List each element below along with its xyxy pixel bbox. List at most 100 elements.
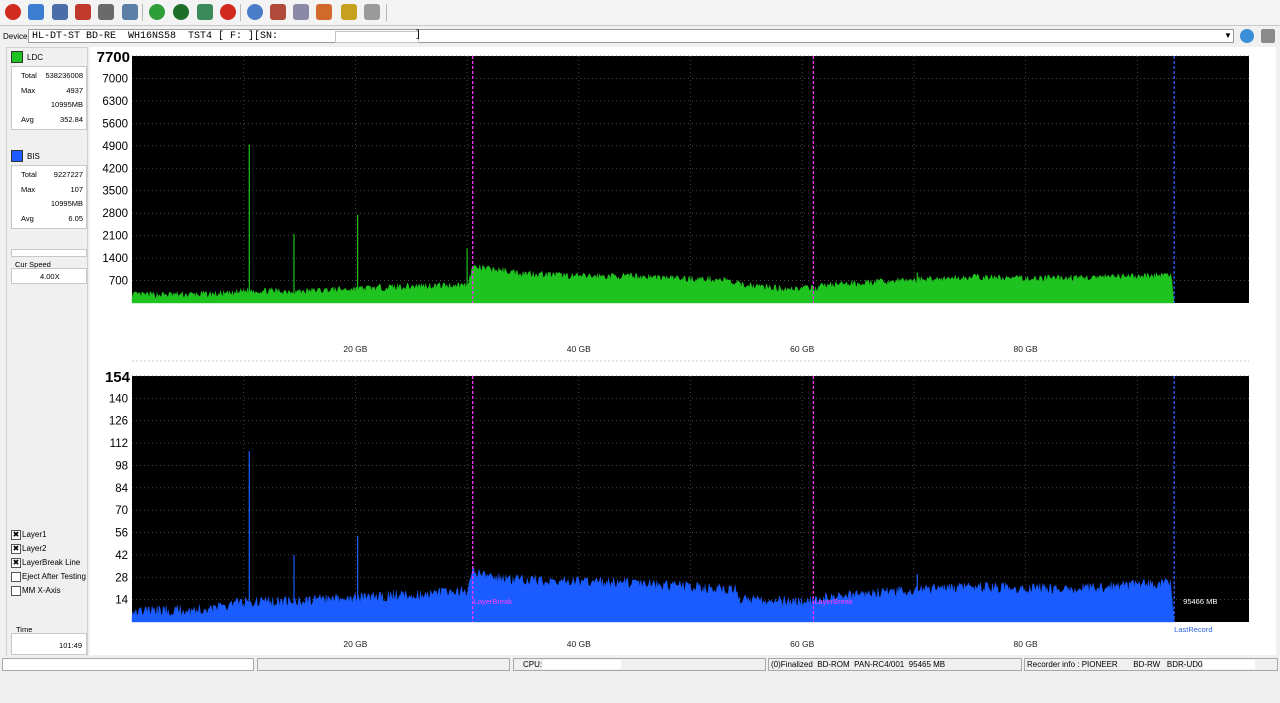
stat-key: Total (21, 71, 37, 80)
status-cell-cpu: CPU: (513, 658, 766, 671)
cur-speed-value: 4.00X (40, 272, 60, 281)
disc-info-icon[interactable] (270, 4, 286, 20)
y-tick-label: 98 (115, 460, 128, 472)
chart-area: 700 1400 2100 2800 3500 4200 4900 5600 6300 7000 7… (90, 47, 1276, 655)
y-tick-label: 126 (109, 416, 128, 428)
y-tick-label: 140 (109, 393, 128, 405)
y-tick-label: 28 (115, 572, 128, 584)
disc-info: (0)Finalized BD-ROM PAN-RC4/001 95465 MB (771, 660, 946, 669)
y-tick-label: 6300 (102, 96, 128, 108)
y-tick-label: 4200 (102, 163, 128, 175)
y-tick-label: 14 (115, 595, 128, 607)
y-tick-label: 84 (115, 483, 128, 495)
checkbox-label: MM X-Axis (22, 586, 61, 595)
erase-disc-icon[interactable] (75, 4, 91, 20)
bis-legend-label: BIS (27, 152, 40, 161)
stat-value: 4937 (66, 85, 83, 95)
stat-key: Avg (21, 213, 34, 223)
scan-icon[interactable] (316, 4, 332, 20)
cpu-meter (543, 660, 621, 669)
stop-icon[interactable] (220, 4, 236, 20)
y-tick-label: 4900 (102, 141, 128, 153)
stat-key: Max (21, 85, 36, 95)
status-cell-recorder: Recorder info : PIONEER BD-RW BDR-UD04 (1024, 658, 1278, 671)
device-label: Device: (3, 32, 30, 41)
y-tick-label: 154 (105, 369, 131, 386)
stat-row: Avg 6.05 (12, 213, 86, 225)
disc-quality-icon[interactable] (247, 4, 263, 20)
eject-icon[interactable] (364, 4, 380, 20)
status-cell-empty (257, 658, 510, 671)
last-record-label: LastRecord (1174, 625, 1212, 634)
power-icon[interactable] (5, 4, 21, 20)
stat-row: Total 538236008 (12, 70, 86, 82)
ldc-color-swatch[interactable] (11, 51, 23, 63)
chevron-down-icon[interactable]: ▼ (1222, 29, 1234, 43)
status-cell-progress (2, 658, 254, 671)
device-bar: Device: HL-DT-ST BD-RE WH16NS58 TST4 [ F… (0, 27, 1280, 46)
checkbox-mm-x-axis[interactable] (11, 586, 21, 596)
stat-row: Max 107 (12, 184, 86, 196)
ldc-legend-label: LDC (27, 53, 44, 62)
cpu-label: CPU: (523, 660, 543, 669)
checkbox-label: Layer1 (22, 530, 47, 539)
progress-box (11, 249, 87, 257)
y-tick-label: 112 (110, 438, 128, 450)
chart-icon[interactable] (341, 4, 357, 20)
stat-value: 107 (70, 184, 83, 194)
drive-info-icon[interactable] (52, 4, 68, 20)
device-bracket: ] (415, 30, 422, 41)
x-tick-label: 40 GB (567, 639, 591, 649)
x-tick-label: 60 GB (790, 344, 814, 354)
checkbox-layer2[interactable]: ✖ (11, 544, 21, 554)
time-box: 101:49 (11, 633, 87, 655)
cur-speed-box: 4.00X (11, 268, 87, 284)
stat-row: 10995MB (12, 198, 86, 210)
camera-icon[interactable] (1261, 29, 1275, 43)
wrench-icon[interactable] (28, 4, 44, 20)
recorder-meter (1203, 660, 1255, 669)
refresh-icon[interactable] (149, 4, 165, 20)
x-tick-label: 80 GB (1014, 344, 1038, 354)
x-tick-label: 20 GB (343, 639, 367, 649)
x-tick-label: 60 GB (790, 639, 814, 649)
stat-value: 352.84 (60, 114, 83, 124)
play-test-icon[interactable] (173, 4, 189, 20)
y-tick-label: 56 (115, 528, 128, 540)
toolbar-separator (240, 4, 241, 21)
time-value: 101:49 (59, 641, 82, 650)
stat-value: 10995MB (50, 199, 83, 208)
status-bar: CPU: (0)Finalized BD-ROM PAN-RC4/001 954… (0, 656, 1280, 673)
stat-row: 10995MB (12, 99, 86, 111)
toolbar-separator (386, 4, 387, 21)
y-tick-label: 7700 (97, 49, 130, 66)
refresh-device-icon[interactable] (1240, 29, 1254, 43)
disc-check-icon[interactable] (197, 4, 213, 20)
plot-background (132, 56, 1249, 303)
copy-disc-icon[interactable] (122, 4, 138, 20)
y-tick-label: 3500 (102, 186, 128, 198)
y-tick-label: 2800 (102, 208, 128, 220)
stat-row: Max 4937 (12, 85, 86, 97)
stats-panel: LDC Total 538236008 Max 4937 10995MB Avg 352.8… (6, 47, 88, 657)
recorder-info: Recorder info : PIONEER BD-RW BDR-UD04 (1027, 660, 1207, 669)
x-tick-label: 20 GB (343, 344, 367, 354)
bis-color-swatch[interactable] (11, 150, 23, 162)
checkbox-label: Layer2 (22, 544, 47, 553)
y-tick-label: 42 (115, 550, 128, 562)
checkbox-layer1[interactable]: ✖ (11, 530, 21, 540)
stat-value: 9227227 (53, 170, 83, 179)
layer-break-label: LayerBreak (814, 597, 853, 606)
y-tick-label: 700 (109, 276, 128, 288)
stat-value: 538236008 (45, 71, 83, 80)
benchmark-icon[interactable] (293, 4, 309, 20)
device-select[interactable]: HL-DT-ST BD-RE WH16NS58 TST4 [ F: ][SN: … (28, 29, 1234, 43)
checkbox-label: Eject After Testing (22, 572, 86, 581)
stat-key: Avg (21, 114, 34, 124)
checkbox-eject-after-testing[interactable] (11, 572, 21, 582)
stat-value: 10995MB (50, 100, 83, 109)
serial-number-field (335, 31, 419, 43)
burn-disc-icon[interactable] (98, 4, 114, 20)
charts-svg: 700 1400 2100 2800 3500 4200 4900 5600 6300 7000 7… (97, 49, 1249, 649)
checkbox-layerbreak-line[interactable]: ✖ (11, 558, 21, 568)
